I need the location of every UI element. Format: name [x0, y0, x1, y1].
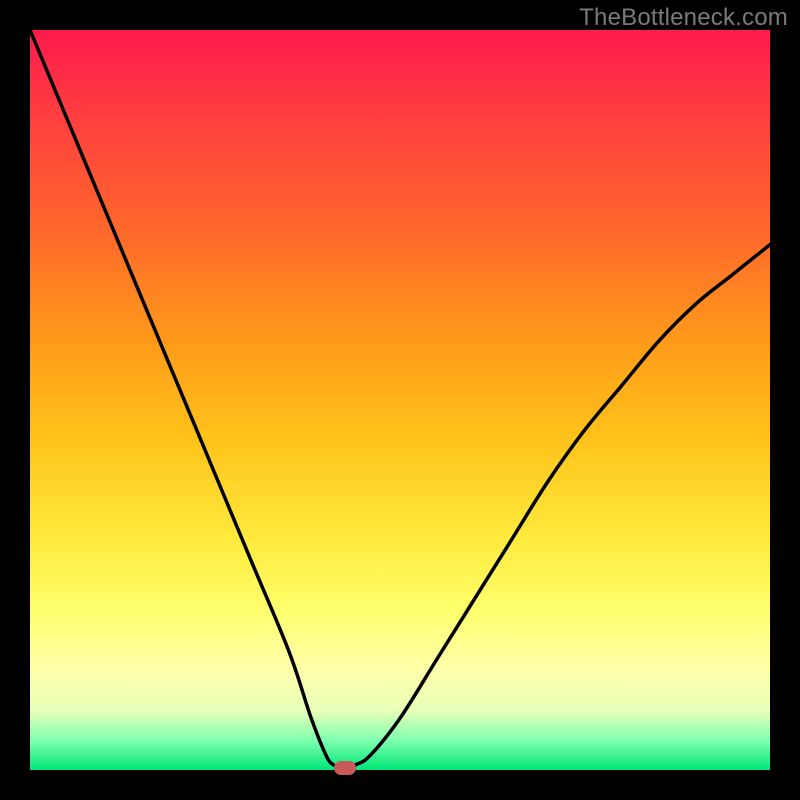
- bottleneck-curve: [30, 30, 770, 770]
- optimal-marker: [334, 761, 356, 775]
- watermark-text: TheBottleneck.com: [579, 4, 788, 32]
- plot-area: [30, 30, 770, 770]
- chart-frame: TheBottleneck.com: [0, 0, 800, 800]
